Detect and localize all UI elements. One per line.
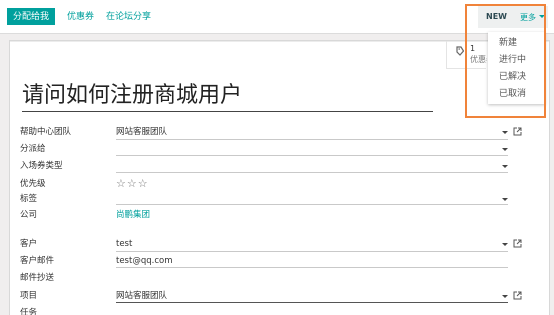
helpdesk-team-underline <box>116 139 508 140</box>
customer-underline <box>116 251 508 252</box>
customer-email-label: 客户邮件 <box>20 256 55 266</box>
annotation-highlight-box <box>465 4 546 118</box>
chevron-down-icon[interactable] <box>502 131 508 134</box>
chevron-down-icon[interactable] <box>502 148 508 151</box>
customer-email-underline <box>116 267 508 268</box>
helpdesk-team-field[interactable]: 网站客服团队 <box>116 126 167 138</box>
customer-label: 客户 <box>20 239 38 249</box>
assign-to-me-button[interactable]: 分配给我 <box>7 8 56 25</box>
ticket-type-underline <box>116 172 508 173</box>
project-underline <box>116 302 508 303</box>
chevron-down-icon[interactable] <box>502 243 508 246</box>
chevron-down-icon[interactable] <box>502 165 508 168</box>
project-label: 项目 <box>20 291 38 301</box>
assigned-to-underline <box>116 155 508 156</box>
helpdesk-team-label: 帮助中心团队 <box>20 127 72 137</box>
title-underline <box>22 111 433 112</box>
record-title[interactable]: 请问如何注册商城用户 <box>22 82 242 110</box>
company-link[interactable]: 尚鹏集团 <box>116 209 150 221</box>
priority-label: 优先级 <box>20 179 46 189</box>
customer-field[interactable]: test <box>116 238 132 250</box>
tags-underline <box>116 204 508 205</box>
share-forum-button[interactable]: 在论坛分享 <box>106 10 151 24</box>
project-field[interactable]: 网站客服团队 <box>116 290 167 302</box>
customer-email-field[interactable]: test@qq.com <box>116 255 172 267</box>
external-link-icon[interactable] <box>513 239 522 248</box>
chevron-down-icon[interactable] <box>502 198 508 201</box>
chevron-down-icon[interactable] <box>502 295 508 298</box>
ticket-type-label: 入场券类型 <box>20 161 63 171</box>
tags-label: 标签 <box>20 194 38 204</box>
priority-stars[interactable]: ☆☆☆ <box>116 178 149 190</box>
external-link-icon[interactable] <box>513 291 522 300</box>
company-label: 公司 <box>20 210 38 220</box>
email-cc-label: 邮件抄送 <box>20 273 55 283</box>
coupon-button[interactable]: 优惠券 <box>67 10 94 24</box>
tag-icon <box>456 46 464 56</box>
assigned-to-label: 分派给 <box>20 144 46 154</box>
external-link-icon[interactable] <box>513 127 522 136</box>
task-label: 任务 <box>20 308 38 315</box>
